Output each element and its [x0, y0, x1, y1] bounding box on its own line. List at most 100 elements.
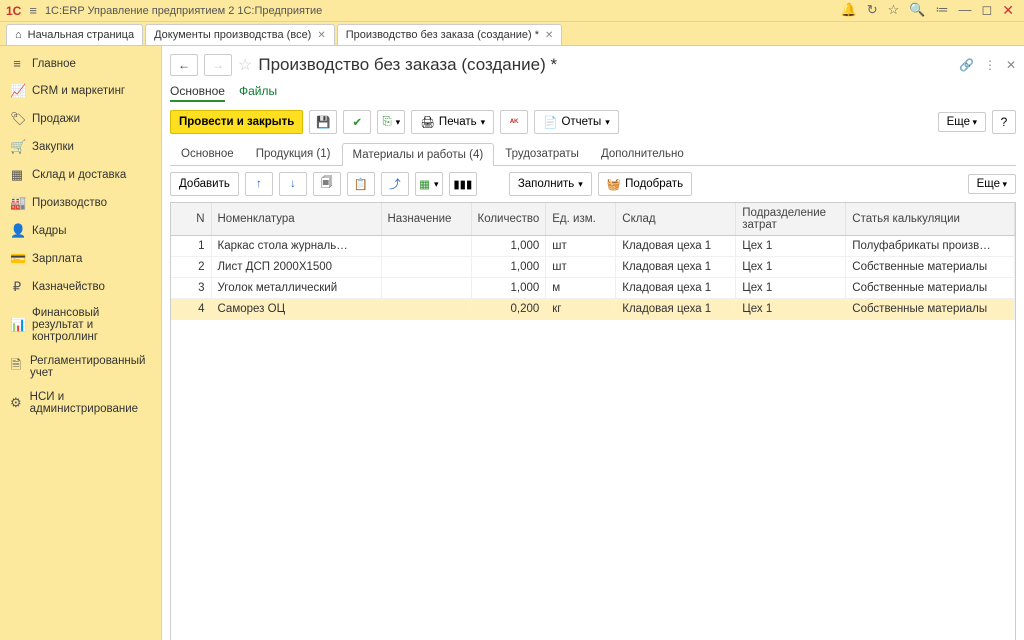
- cell-nazn[interactable]: [381, 299, 471, 320]
- cell-nomen[interactable]: Саморез ОЦ: [211, 299, 381, 320]
- cell-calc[interactable]: Полуфабрикаты произв…: [846, 236, 1015, 257]
- cell-calc[interactable]: Собственные материалы: [846, 278, 1015, 299]
- print-button[interactable]: 🖨Печать: [411, 110, 494, 134]
- search-icon[interactable]: 🔍: [909, 2, 925, 19]
- fill-button[interactable]: Заполнить: [509, 172, 592, 196]
- group-button[interactable]: ▦: [415, 172, 443, 196]
- sidebar-item-warehouse[interactable]: ▦Склад и доставка: [0, 161, 161, 189]
- doctab-materials[interactable]: Материалы и работы (4): [342, 143, 495, 166]
- col-qty[interactable]: Количество: [471, 203, 546, 236]
- subtab-main[interactable]: Основное: [170, 84, 225, 102]
- sidebar-item-finance[interactable]: 📊Финансовый результат и контроллинг: [0, 301, 161, 349]
- cell-uom[interactable]: м: [546, 278, 616, 299]
- menu-icon[interactable]: ≡: [29, 3, 37, 18]
- sidebar-item-sales[interactable]: 🏷Продажи: [0, 105, 161, 133]
- save-button[interactable]: 💾: [309, 110, 337, 134]
- tab-home[interactable]: ⌂Начальная страница: [6, 24, 143, 45]
- back-button[interactable]: ←: [170, 54, 198, 76]
- col-calc[interactable]: Статья калькуляции: [846, 203, 1015, 236]
- subtab-files[interactable]: Файлы: [239, 84, 277, 102]
- col-dept[interactable]: Подразделение затрат: [736, 203, 846, 236]
- tab-create[interactable]: Производство без заказа (создание) *✕: [337, 24, 563, 45]
- tab-docs[interactable]: Документы производства (все)✕: [145, 24, 335, 45]
- cell-store[interactable]: Кладовая цеха 1: [616, 299, 736, 320]
- cell-calc[interactable]: Собственные материалы: [846, 257, 1015, 278]
- move-down-button[interactable]: ↓: [279, 172, 307, 196]
- cell-calc[interactable]: Собственные материалы: [846, 299, 1015, 320]
- sidebar-item-main[interactable]: ≡Главное: [0, 50, 161, 77]
- favorite-icon[interactable]: ☆: [238, 55, 252, 75]
- sidebar-item-prod[interactable]: 🏭Производство: [0, 189, 161, 217]
- split-button[interactable]: ⤴: [381, 172, 409, 196]
- doctab-products[interactable]: Продукция (1): [245, 142, 342, 165]
- barcode-button[interactable]: ▮▮▮: [449, 172, 477, 196]
- cell-nomen[interactable]: Уголок металлический: [211, 278, 381, 299]
- help-button[interactable]: ?: [992, 110, 1016, 134]
- cell-dept[interactable]: Цех 1: [736, 278, 846, 299]
- col-uom[interactable]: Ед. изм.: [546, 203, 616, 236]
- close-icon[interactable]: ✕: [1002, 2, 1014, 19]
- sidebar-item-hr[interactable]: 👤Кадры: [0, 217, 161, 245]
- sidebar-item-purch[interactable]: 🛒Закупки: [0, 133, 161, 161]
- cell-qty[interactable]: 1,000: [471, 236, 546, 257]
- table-row[interactable]: 1 Каркас стола журналь… 1,000 шт Кладова…: [171, 236, 1015, 257]
- cell-dept[interactable]: Цех 1: [736, 236, 846, 257]
- cell-uom[interactable]: кг: [546, 299, 616, 320]
- forward-button[interactable]: →: [204, 54, 232, 76]
- close-page-icon[interactable]: ✕: [1006, 58, 1016, 72]
- cell-n[interactable]: 2: [171, 257, 211, 278]
- add-button[interactable]: Добавить: [170, 172, 239, 196]
- table-row[interactable]: 2 Лист ДСП 2000Х1500 1,000 шт Кладовая ц…: [171, 257, 1015, 278]
- more-button[interactable]: Еще: [938, 112, 986, 132]
- cell-qty[interactable]: 0,200: [471, 299, 546, 320]
- move-up-button[interactable]: ↑: [245, 172, 273, 196]
- col-n[interactable]: N: [171, 203, 211, 236]
- cell-store[interactable]: Кладовая цеха 1: [616, 278, 736, 299]
- cell-nomen[interactable]: Лист ДСП 2000Х1500: [211, 257, 381, 278]
- tab-close-icon[interactable]: ✕: [545, 30, 553, 41]
- cell-qty[interactable]: 1,000: [471, 278, 546, 299]
- col-store[interactable]: Склад: [616, 203, 736, 236]
- reports-button[interactable]: 📄Отчеты: [534, 110, 619, 134]
- cell-store[interactable]: Кладовая цеха 1: [616, 257, 736, 278]
- sidebar-item-crm[interactable]: 📈CRM и маркетинг: [0, 77, 161, 105]
- table-more-button[interactable]: Еще: [968, 174, 1016, 194]
- cell-nazn[interactable]: [381, 257, 471, 278]
- cell-dept[interactable]: Цех 1: [736, 299, 846, 320]
- paste-row-button[interactable]: 📋: [347, 172, 375, 196]
- sidebar-item-treasury[interactable]: ₽Казначейство: [0, 273, 161, 301]
- cell-n[interactable]: 1: [171, 236, 211, 257]
- col-nazn[interactable]: Назначение: [381, 203, 471, 236]
- cell-qty[interactable]: 1,000: [471, 257, 546, 278]
- table-row[interactable]: 4 Саморез ОЦ 0,200 кг Кладовая цеха 1 Це…: [171, 299, 1015, 320]
- post-and-close-button[interactable]: Провести и закрыть: [170, 110, 303, 134]
- tab-close-icon[interactable]: ✕: [317, 30, 325, 41]
- settings-icon[interactable]: ≔: [935, 2, 948, 19]
- cell-nazn[interactable]: [381, 236, 471, 257]
- cell-n[interactable]: 3: [171, 278, 211, 299]
- create-based-on-button[interactable]: ⎘: [377, 110, 405, 134]
- cell-n[interactable]: 4: [171, 299, 211, 320]
- star-icon[interactable]: ☆: [888, 2, 900, 19]
- cell-nazn[interactable]: [381, 278, 471, 299]
- debit-credit-button[interactable]: ᴬᴷ: [500, 110, 528, 134]
- link-icon[interactable]: 🔗: [959, 58, 974, 72]
- cell-nomen[interactable]: Каркас стола журналь…: [211, 236, 381, 257]
- history-icon[interactable]: ↻: [867, 2, 878, 19]
- post-button[interactable]: ✔: [343, 110, 371, 134]
- sidebar-item-accounting[interactable]: 🗎Регламентированный учет: [0, 349, 161, 385]
- doctab-labor[interactable]: Трудозатраты: [494, 142, 590, 165]
- minimize-icon[interactable]: —: [958, 2, 971, 19]
- copy-row-button[interactable]: 🗐: [313, 172, 341, 196]
- restore-icon[interactable]: ◻: [981, 2, 992, 19]
- cell-dept[interactable]: Цех 1: [736, 257, 846, 278]
- sidebar-item-admin[interactable]: ⚙НСИ и администрирование: [0, 385, 161, 421]
- pick-button[interactable]: 🧺Подобрать: [598, 172, 692, 196]
- doctab-extra[interactable]: Дополнительно: [590, 142, 695, 165]
- sidebar-item-salary[interactable]: 💳Зарплата: [0, 245, 161, 273]
- table-row[interactable]: 3 Уголок металлический 1,000 м Кладовая …: [171, 278, 1015, 299]
- col-nomen[interactable]: Номенклатура: [211, 203, 381, 236]
- cell-uom[interactable]: шт: [546, 257, 616, 278]
- bell-icon[interactable]: 🔔: [841, 2, 857, 19]
- doctab-main[interactable]: Основное: [170, 142, 245, 165]
